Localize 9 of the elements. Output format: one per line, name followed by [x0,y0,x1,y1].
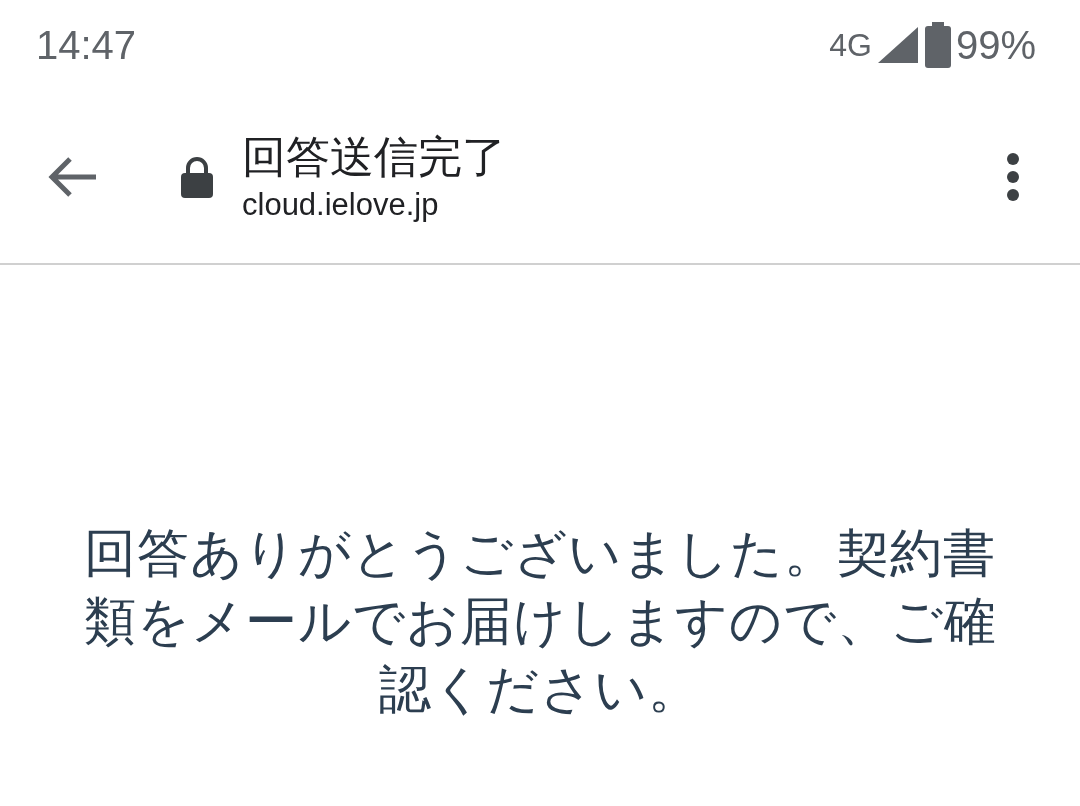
battery-icon [923,22,952,68]
clock-time: 14:47 [36,22,137,68]
page-title: 回答送信完了 [242,130,506,183]
menu-button[interactable] [1006,151,1020,202]
page-url[interactable]: cloud.ielove.jp [242,184,506,225]
lock-icon [180,155,214,198]
network-type: 4G [829,26,872,64]
confirmation-message: 回答ありがとうございました。契約書類をメールでお届けしますので、ご確認ください。 [82,523,998,720]
battery-percent: 99% [955,22,1036,68]
